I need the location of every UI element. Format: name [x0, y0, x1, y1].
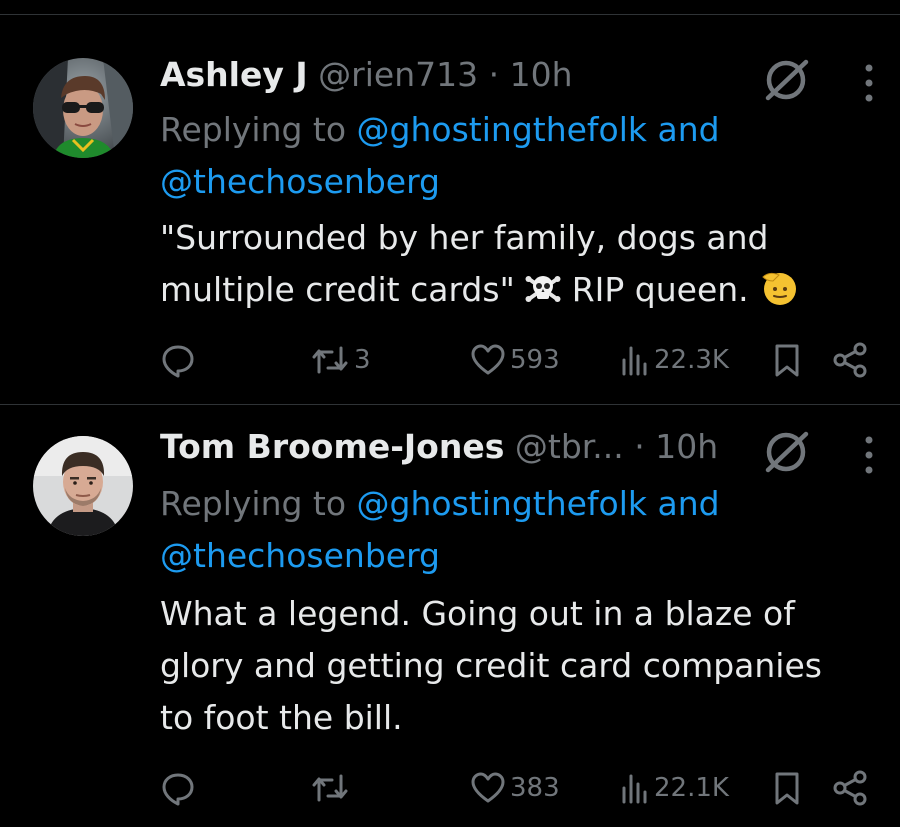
tweet-text-line: to foot the bill. [160, 698, 403, 737]
views-count: 22.1K [654, 773, 729, 803]
share-button[interactable] [830, 766, 870, 810]
mention-link[interactable]: @thechosenberg [160, 536, 440, 575]
reply-button[interactable] [160, 338, 200, 382]
user-handle[interactable]: @rien713 [318, 55, 478, 94]
views-button[interactable]: 22.1K [620, 766, 729, 810]
replying-prefix: Replying to [160, 484, 347, 523]
tweet-actions: 3 593 22.3K [160, 338, 880, 382]
tweet-text: "Surrounded by her family, dogs and mult… [160, 212, 870, 322]
separator-dot: · [634, 427, 645, 466]
user-handle[interactable]: @tbr... [515, 427, 624, 466]
mention-link[interactable]: @thechosenberg [160, 162, 440, 201]
tweet-actions: 383 22.1K [160, 766, 880, 810]
tweet-text-line: RIP queen. [571, 270, 749, 309]
tweet-text-line: multiple credit cards" [160, 270, 515, 309]
bookmark-icon [775, 772, 799, 805]
and-word: and [657, 484, 720, 523]
mention-link[interactable]: @ghostingthefolk [357, 484, 647, 523]
display-name[interactable]: Tom Broome-Jones [160, 427, 504, 466]
avatar[interactable] [33, 58, 133, 158]
replying-to: Replying to @ghostingthefolk and @thecho… [160, 478, 800, 582]
share-icon [833, 770, 867, 806]
and-word: and [657, 110, 720, 149]
replying-to: Replying to @ghostingthefolk and @thecho… [160, 104, 800, 208]
timestamp[interactable]: 10h [655, 427, 718, 466]
bookmark-button[interactable] [770, 338, 804, 382]
avatar[interactable] [33, 436, 133, 536]
header-actions [760, 54, 880, 114]
grok-icon[interactable] [760, 426, 812, 478]
repost-icon [312, 774, 348, 802]
replying-prefix: Replying to [160, 110, 347, 149]
reply-icon [162, 345, 194, 378]
tweet-header: Tom Broome-Jones @tbr... · 10h [160, 424, 718, 470]
reply-tweet[interactable]: Tom Broome-Jones @tbr... · 10h Replying … [0, 418, 900, 827]
tweet-text-line: What a legend. Going out in a blaze of [160, 594, 795, 633]
tweet-text: What a legend. Going out in a blaze of g… [160, 588, 870, 744]
tweet-header: Ashley J @rien713 · 10h [160, 52, 573, 98]
mention-link[interactable]: @ghostingthefolk [357, 110, 647, 149]
timestamp[interactable]: 10h [510, 55, 573, 94]
more-options-icon[interactable] [856, 60, 882, 106]
repost-icon [312, 346, 348, 374]
views-count: 22.3K [654, 345, 729, 375]
grok-icon[interactable] [760, 54, 812, 106]
bookmark-icon [775, 344, 799, 377]
separator-dot: · [488, 55, 500, 94]
repost-button[interactable] [310, 766, 354, 810]
skull-and-crossbones-icon [525, 270, 561, 322]
like-button[interactable]: 383 [470, 766, 560, 810]
tweet-text-line: glory and getting credit card companies [160, 646, 822, 685]
header-actions [760, 426, 880, 486]
like-count: 383 [510, 773, 560, 803]
like-button[interactable]: 593 [470, 338, 560, 382]
like-count: 593 [510, 345, 560, 375]
tweet-divider [0, 404, 900, 405]
views-button[interactable]: 22.3K [620, 338, 729, 382]
reply-button[interactable] [160, 766, 200, 810]
display-name[interactable]: Ashley J [160, 55, 308, 94]
reply-icon [162, 773, 194, 806]
repost-button[interactable]: 3 [310, 338, 371, 382]
views-icon [622, 774, 647, 804]
repost-count: 3 [354, 345, 371, 375]
views-icon [622, 346, 647, 376]
tweet-text-line: "Surrounded by her family, dogs and [160, 218, 769, 257]
heart-icon [471, 772, 505, 803]
share-icon [833, 342, 867, 378]
share-button[interactable] [830, 338, 870, 382]
bookmark-button[interactable] [770, 766, 804, 810]
top-divider [0, 14, 900, 15]
heart-icon [471, 344, 505, 375]
more-options-icon[interactable] [856, 432, 882, 478]
saluting-face-icon [759, 267, 799, 322]
reply-tweet[interactable]: Ashley J @rien713 · 10h Replying to @gho… [0, 40, 900, 404]
